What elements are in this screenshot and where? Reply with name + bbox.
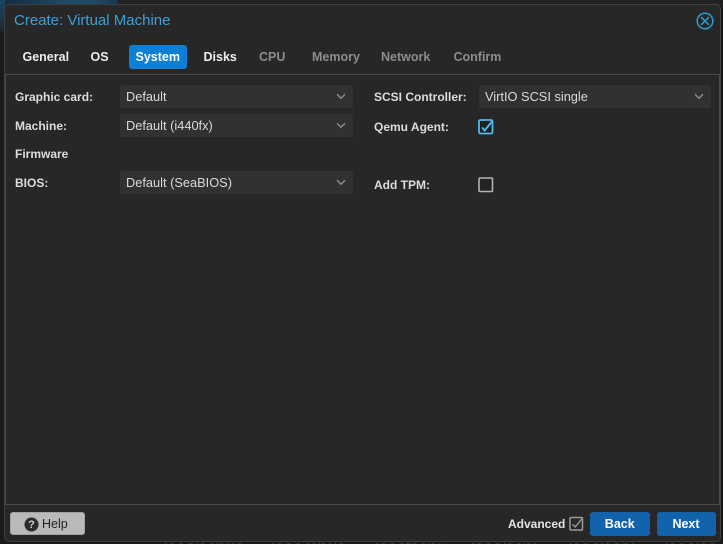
svg-text:?: ?	[28, 519, 35, 531]
